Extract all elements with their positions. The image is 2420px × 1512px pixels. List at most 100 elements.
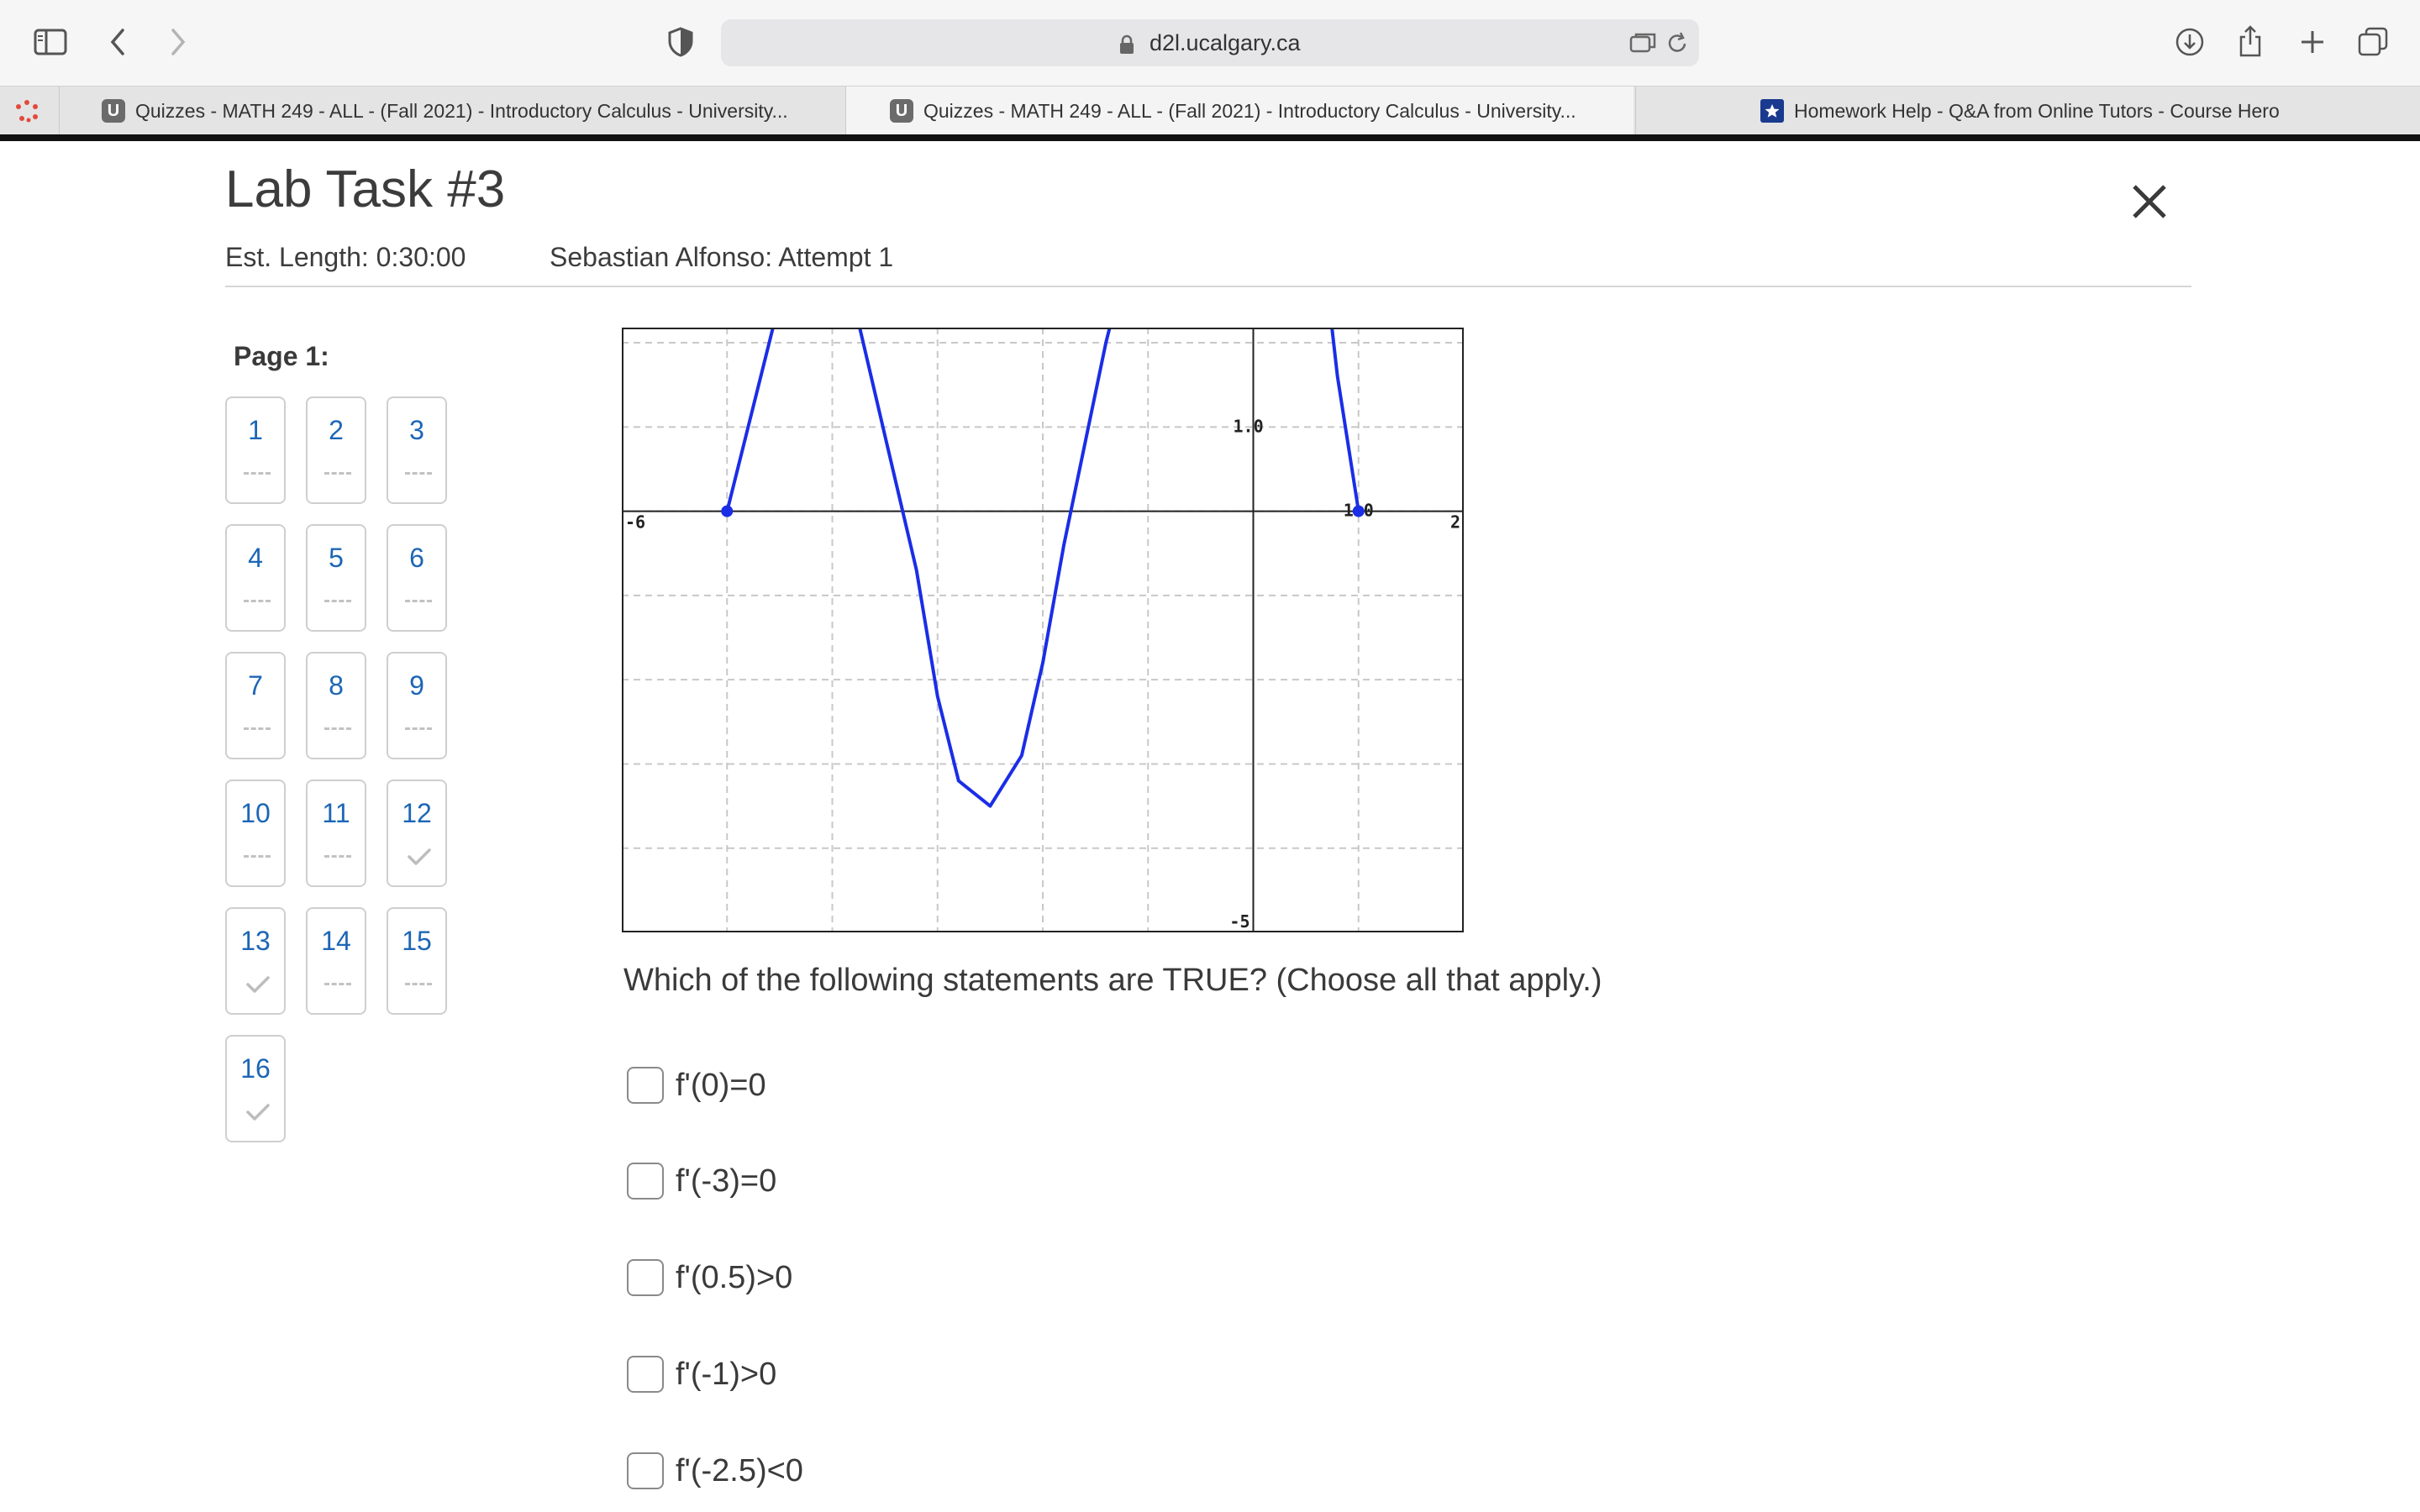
question-nav-button[interactable]: 9 — [387, 652, 447, 759]
lock-icon — [1120, 34, 1134, 54]
grid-lines — [622, 328, 1464, 932]
unanswered-indicator — [324, 983, 351, 985]
privacy-shield-icon[interactable] — [666, 25, 696, 59]
unanswered-indicator — [324, 472, 351, 475]
tab-bar: U Quizzes - MATH 249 - ALL - (Fall 2021)… — [0, 86, 2420, 135]
choice-label: f'(0.5)>0 — [676, 1259, 793, 1295]
star-icon — [1760, 99, 1784, 123]
question-number: 4 — [248, 543, 263, 573]
question-number: 11 — [322, 798, 350, 828]
unanswered-indicator — [324, 855, 351, 858]
checkmark-icon — [408, 848, 431, 865]
answer-choice[interactable]: f'(0.5)>0 — [627, 1259, 792, 1296]
answer-choice[interactable]: f'(0)=0 — [627, 1067, 766, 1104]
endpoint-marker — [721, 505, 734, 517]
question-number: 13 — [240, 926, 271, 956]
sidebar-icon[interactable] — [32, 25, 69, 59]
browser-toolbar: d2l.ucalgary.ca — [0, 0, 2420, 86]
choice-checkbox[interactable] — [627, 1163, 664, 1200]
header-divider — [225, 286, 2191, 287]
question-nav-button[interactable]: 5 — [306, 524, 366, 632]
question-text: Which of the following statements are TR… — [623, 963, 1602, 998]
choice-checkbox[interactable] — [627, 1356, 664, 1393]
answer-choice[interactable]: f'(-3)=0 — [627, 1163, 776, 1200]
question-number: 14 — [321, 926, 351, 956]
x-max-label: 2 — [1450, 512, 1460, 533]
unanswered-indicator — [244, 600, 271, 602]
back-icon[interactable] — [104, 24, 131, 60]
answer-choice[interactable]: f'(-2.5)<0 — [627, 1452, 803, 1489]
question-nav-button[interactable]: 13 — [225, 907, 286, 1015]
question-nav-button[interactable]: 3 — [387, 396, 447, 504]
checkmark-icon — [246, 1104, 270, 1121]
page-label: Page 1: — [234, 341, 329, 371]
choice-label: f'(-3)=0 — [676, 1163, 777, 1199]
page-title: Lab Task #3 — [225, 160, 506, 218]
answer-choice[interactable]: f'(-1)>0 — [627, 1356, 776, 1393]
address-bar[interactable]: d2l.ucalgary.ca — [721, 19, 1699, 66]
page-top-border — [0, 134, 2420, 141]
question-number: 12 — [402, 798, 432, 828]
choice-label: f'(0)=0 — [676, 1067, 766, 1103]
unanswered-indicator — [405, 472, 432, 475]
choice-checkbox[interactable] — [627, 1452, 664, 1489]
function-graph: -621.01.0-5 — [622, 328, 1464, 932]
tab-overview-icon[interactable] — [1628, 29, 1657, 56]
question-number: 3 — [409, 415, 424, 445]
address-url: d2l.ucalgary.ca — [1149, 30, 1301, 55]
extension-icon[interactable] — [12, 97, 42, 127]
reload-icon[interactable] — [1664, 29, 1691, 56]
choice-label: f'(-2.5)<0 — [676, 1452, 803, 1488]
tab-switcher-icon[interactable] — [2356, 25, 2390, 59]
downloads-icon[interactable] — [2173, 25, 2207, 59]
question-number: 7 — [248, 670, 263, 701]
tab-title: Homework Help - Q&A from Online Tutors -… — [1794, 99, 2280, 122]
question-number: 2 — [329, 415, 344, 445]
tab-title: Quizzes - MATH 249 - ALL - (Fall 2021) -… — [923, 99, 1576, 122]
new-tab-icon[interactable] — [2296, 25, 2329, 59]
share-icon[interactable] — [2235, 22, 2265, 60]
y-min-label: -5 — [1229, 911, 1249, 932]
endpoint-marker — [1352, 505, 1365, 517]
university-favicon-icon: U — [102, 99, 125, 123]
unanswered-indicator — [324, 600, 351, 602]
close-icon[interactable] — [2126, 178, 2173, 225]
question-number: 15 — [402, 926, 432, 956]
x-min-label: -6 — [625, 512, 645, 533]
unanswered-indicator — [405, 600, 432, 602]
choice-checkbox[interactable] — [627, 1259, 664, 1296]
tab-course-hero[interactable]: Homework Help - Q&A from Online Tutors -… — [1635, 87, 2420, 135]
unanswered-indicator — [405, 983, 432, 985]
attempt-label: Sebastian Alfonso: Attempt 1 — [550, 242, 894, 272]
question-nav-button[interactable]: 6 — [387, 524, 447, 632]
question-nav-button[interactable]: 11 — [306, 780, 366, 887]
question-number: 10 — [240, 798, 271, 828]
unanswered-indicator — [324, 727, 351, 730]
forward-icon[interactable] — [165, 24, 192, 60]
question-nav-button[interactable]: 8 — [306, 652, 366, 759]
question-nav-button[interactable]: 2 — [306, 396, 366, 504]
tab-quizzes-1[interactable]: U Quizzes - MATH 249 - ALL - (Fall 2021)… — [59, 87, 840, 135]
question-nav-button[interactable]: 4 — [225, 524, 286, 632]
question-nav-button[interactable]: 1 — [225, 396, 286, 504]
tab-title: Quizzes - MATH 249 - ALL - (Fall 2021) -… — [135, 99, 788, 122]
unanswered-indicator — [244, 472, 271, 475]
question-nav-button[interactable]: 12 — [387, 780, 447, 887]
question-number: 5 — [329, 543, 344, 573]
question-number: 6 — [409, 543, 424, 573]
estimated-length: Est. Length: 0:30:00 — [225, 242, 466, 272]
question-nav-button[interactable]: 14 — [306, 907, 366, 1015]
question-nav-button[interactable]: 10 — [225, 780, 286, 887]
checkmark-icon — [246, 976, 270, 993]
question-nav-button[interactable]: 16 — [225, 1035, 286, 1142]
university-favicon-icon: U — [890, 99, 913, 123]
unanswered-indicator — [244, 855, 271, 858]
question-number: 1 — [248, 415, 263, 445]
axes — [622, 328, 1464, 932]
question-nav-button[interactable]: 7 — [225, 652, 286, 759]
question-nav-button[interactable]: 15 — [387, 907, 447, 1015]
tab-quizzes-2[interactable]: U Quizzes - MATH 249 - ALL - (Fall 2021)… — [845, 87, 1634, 135]
question-number: 16 — [240, 1053, 271, 1084]
choice-checkbox[interactable] — [627, 1067, 664, 1104]
question-number: 8 — [329, 670, 344, 701]
